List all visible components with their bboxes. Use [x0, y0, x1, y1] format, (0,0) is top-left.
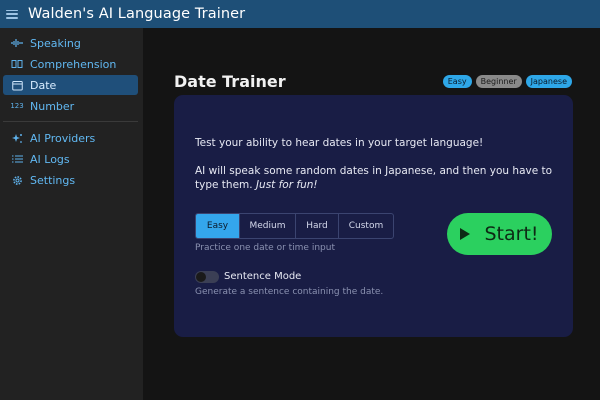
sidebar-divider: [3, 121, 138, 122]
sidebar-item-date[interactable]: Date: [3, 75, 138, 95]
calendar-icon: [11, 79, 23, 91]
difficulty-option-hard[interactable]: Hard: [295, 214, 338, 238]
sparkles-icon: [11, 132, 23, 144]
trainer-card: Test your ability to hear dates in your …: [174, 95, 573, 337]
level-badge: Beginner: [475, 75, 522, 88]
sidebar-item-label: Speaking: [30, 36, 81, 50]
difficulty-option-custom[interactable]: Custom: [338, 214, 393, 238]
difficulty-hint: Practice one date or time input: [195, 243, 335, 253]
sidebar-item-label: Settings: [30, 173, 76, 187]
difficulty-option-easy[interactable]: Easy: [196, 214, 239, 238]
book-icon: [11, 58, 23, 70]
hamburger-menu-icon[interactable]: [6, 9, 18, 19]
intro-text: Test your ability to hear dates in your …: [195, 137, 484, 149]
start-button[interactable]: Start!: [447, 213, 552, 255]
description-emphasis: Just for fun!: [255, 179, 318, 191]
sidebar-item-comprehension[interactable]: Comprehension: [3, 54, 138, 74]
sentence-mode-toggle[interactable]: [195, 271, 219, 283]
sentence-mode-hint: Generate a sentence containing the date.: [195, 287, 384, 297]
numbers-icon: 123: [10, 102, 24, 110]
difficulty-selector: Easy Medium Hard Custom: [195, 213, 394, 239]
sentence-mode-label: Sentence Mode: [224, 271, 302, 282]
description-text: type them.: [195, 179, 253, 191]
sidebar-item-label: Comprehension: [30, 57, 117, 71]
sidebar: Speaking Comprehension Date 123 Number A…: [0, 28, 143, 400]
sidebar-item-label: AI Providers: [30, 131, 96, 145]
sidebar-item-label: Date: [30, 78, 57, 92]
waveform-icon: [11, 37, 23, 49]
toggle-knob: [196, 272, 206, 282]
app-title: Walden's AI Language Trainer: [28, 6, 246, 22]
play-icon: [460, 228, 471, 240]
description-line-1: AI will speak some random dates in Japan…: [195, 165, 553, 177]
sidebar-item-speaking[interactable]: Speaking: [3, 33, 138, 53]
description-line-2: type them. Just for fun!: [195, 179, 318, 191]
start-button-label: Start!: [484, 223, 539, 245]
gear-icon: [11, 174, 23, 186]
sidebar-item-ai-providers[interactable]: AI Providers: [3, 128, 138, 148]
badge-group: Easy Beginner Japanese: [442, 75, 572, 88]
sidebar-item-settings[interactable]: Settings: [3, 170, 138, 190]
list-icon: [11, 153, 23, 165]
difficulty-option-medium[interactable]: Medium: [239, 214, 295, 238]
page-title: Date Trainer: [174, 72, 286, 91]
language-badge: Japanese: [525, 75, 572, 88]
title-bar: Walden's AI Language Trainer: [0, 0, 600, 28]
difficulty-badge: Easy: [442, 75, 472, 88]
sidebar-item-ai-logs[interactable]: AI Logs: [3, 149, 138, 169]
sidebar-item-label: Number: [30, 99, 75, 113]
sidebar-item-number[interactable]: 123 Number: [3, 96, 138, 116]
sidebar-item-label: AI Logs: [30, 152, 70, 166]
